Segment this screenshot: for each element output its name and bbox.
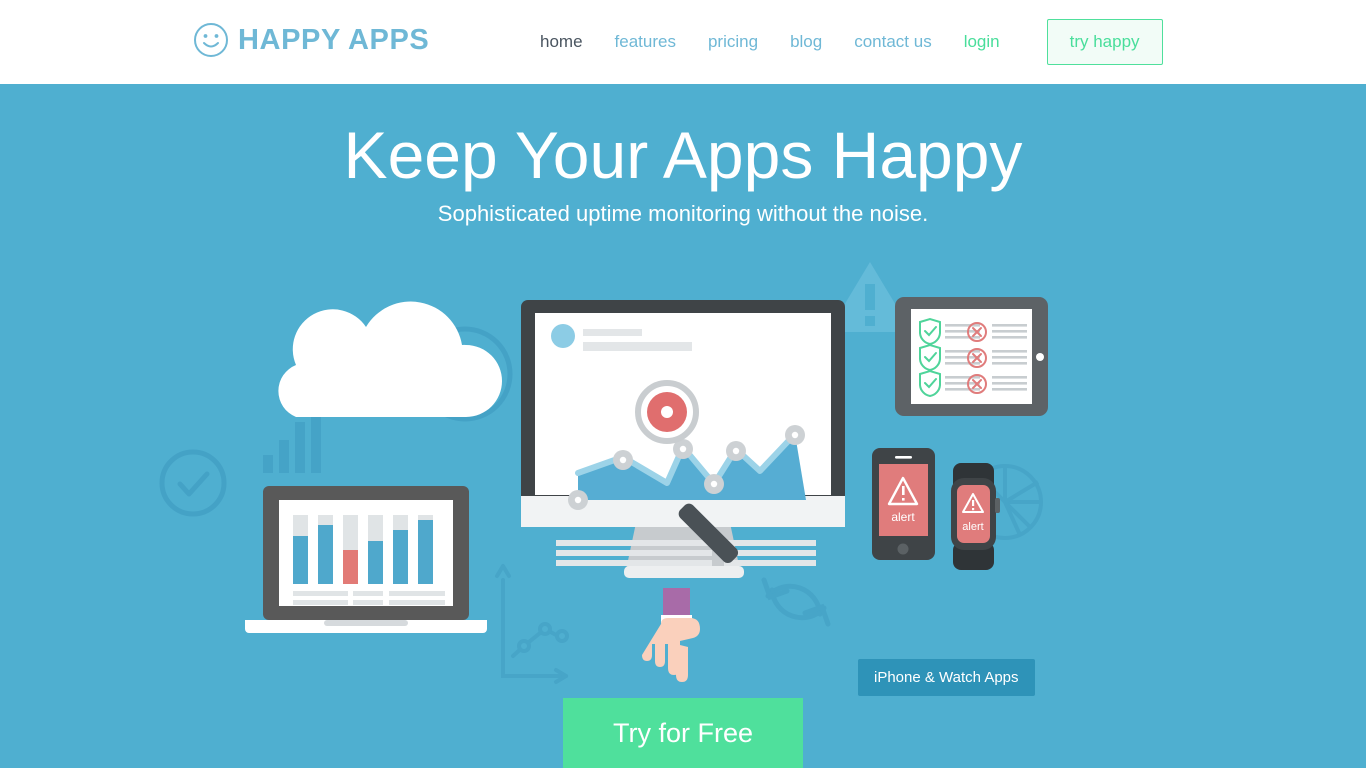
nav-item-home[interactable]: home <box>524 0 599 84</box>
monitor-avatar <box>551 324 575 348</box>
desktop-monitor-device <box>521 300 845 578</box>
nav-item-pricing[interactable]: pricing <box>692 0 774 84</box>
refresh-arrows-icon <box>761 577 831 627</box>
monitor-text-lines <box>556 540 816 566</box>
logo-text: HAPPY APPS <box>238 23 430 56</box>
site-header: HAPPY APPS home features pricing blog co… <box>0 0 1366 84</box>
hero-illustration: alert alert <box>0 84 1366 768</box>
iphone-alert-label: alert <box>891 510 915 524</box>
main-navigation: home features pricing blog contact us lo… <box>524 0 1163 84</box>
laptop-device <box>245 486 487 633</box>
check-circle-icon <box>159 449 227 517</box>
line-graph-icon <box>495 564 569 684</box>
smiley-face-icon <box>193 22 229 58</box>
nav-item-contact-us[interactable]: contact us <box>838 0 948 84</box>
logo[interactable]: HAPPY APPS <box>193 22 429 58</box>
cloud-shape <box>278 301 502 417</box>
tablet-device <box>895 297 1048 416</box>
watch-device: alert <box>951 463 1000 570</box>
watch-alert-label: alert <box>962 521 983 533</box>
nav-item-login[interactable]: login <box>948 0 1016 84</box>
pointing-hand-icon <box>642 588 700 682</box>
tooltip-iphone-watch-apps: iPhone & Watch Apps <box>858 659 1035 696</box>
nav-item-blog[interactable]: blog <box>774 0 838 84</box>
try-happy-button[interactable]: try happy <box>1046 19 1163 65</box>
iphone-device: alert <box>872 448 935 560</box>
hero-section: Keep Your Apps Happy Sophisticated uptim… <box>0 84 1366 768</box>
signal-bars-icon <box>263 411 321 473</box>
try-for-free-button[interactable]: Try for Free <box>563 698 803 768</box>
nav-item-features[interactable]: features <box>599 0 692 84</box>
